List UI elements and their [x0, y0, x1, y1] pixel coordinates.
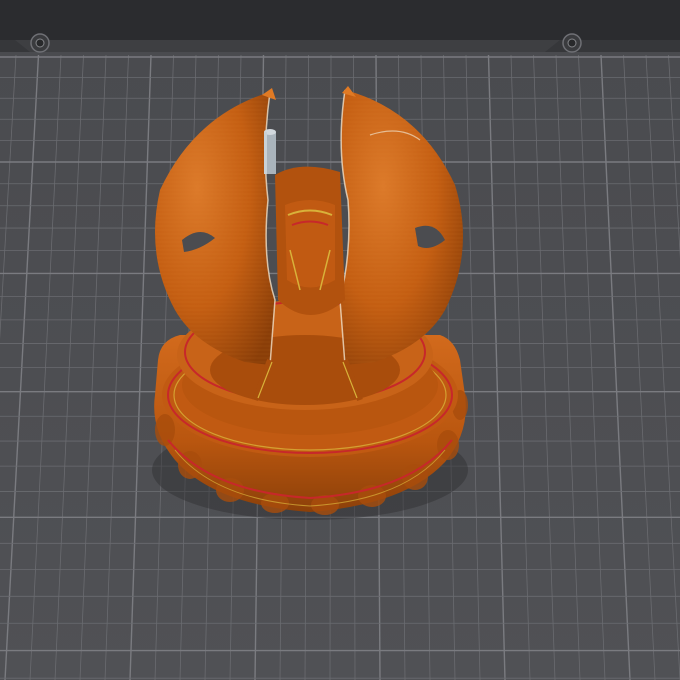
plate-clip-icon: [562, 33, 582, 53]
printer-frame-top: [0, 0, 680, 40]
plate-clip-icon: [30, 33, 50, 53]
slicer-preview-canvas[interactable]: [0, 0, 680, 680]
3d-viewport[interactable]: [0, 0, 680, 680]
support-pin: [264, 129, 276, 174]
